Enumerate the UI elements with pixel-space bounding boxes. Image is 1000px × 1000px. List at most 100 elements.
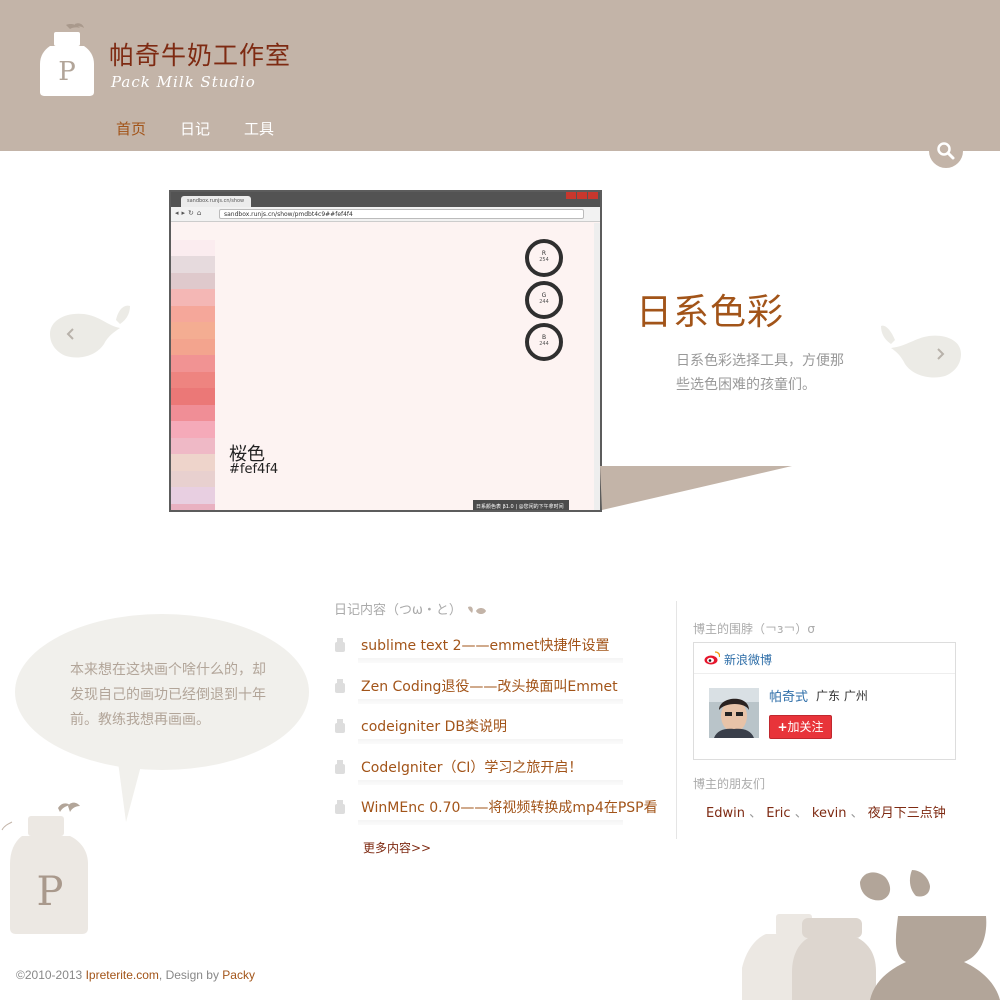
color-swatch[interactable]	[171, 338, 215, 355]
slider-prev-button[interactable]	[46, 302, 132, 360]
browser-titlebar: sandbox.runjs.cn/show	[171, 192, 600, 207]
window-buttons	[566, 192, 598, 199]
weibo-section-title: 博主的围脖（￢з￢）σ	[693, 622, 815, 636]
color-swatch[interactable]	[171, 404, 215, 421]
friends-list: Edwin 、 Eric 、 kevin 、 夜月下三点钟	[706, 802, 946, 821]
color-swatch[interactable]	[171, 371, 215, 388]
ring-g: G 244	[525, 281, 563, 319]
milk-bottle-logo-icon[interactable]: P	[36, 22, 96, 98]
color-swatch[interactable]	[171, 239, 215, 256]
color-swatch[interactable]	[171, 470, 215, 487]
slide-title[interactable]: 日系色彩	[636, 283, 784, 335]
copyright-text: ©2010-2013	[16, 968, 86, 982]
diary-link[interactable]: sublime text 2——emmet快捷件设置	[361, 635, 610, 655]
diary-title-text: 日记内容（つω・と）	[334, 603, 462, 618]
item-underline	[358, 739, 623, 744]
weibo-label[interactable]: 新浪微博	[724, 651, 772, 668]
weibo-location: 广东 广州	[816, 689, 868, 703]
diary-link[interactable]: codeigniter DB类说明	[361, 716, 507, 736]
diary-section-title: 日记内容（つω・と）	[334, 599, 492, 618]
nav-item-home[interactable]: 首页	[116, 118, 146, 139]
diary-link[interactable]: WinMEnc 0.70——将视频转换成mp4在PSP看	[361, 797, 658, 817]
browser-toolbar: ◂▸↻⌂ sandbox.runjs.cn/show/pmdbt4c9##fef…	[171, 207, 600, 222]
color-swatch[interactable]	[171, 421, 215, 438]
color-swatch[interactable]	[171, 289, 215, 306]
browser-status: 日系颜色表 β1.0 | @您闲的下午拿时间	[473, 500, 569, 510]
slide-shadow	[600, 466, 792, 510]
weibo-header: 新浪微博	[694, 643, 955, 674]
site-title: 帕奇牛奶工作室	[109, 41, 292, 70]
color-hex: #fef4f4	[229, 462, 279, 477]
divider	[676, 601, 677, 839]
site-header: P 帕奇牛奶工作室 Pack Milk Studio 首页 日记 工具	[0, 0, 1000, 151]
logo-letter: P	[58, 57, 76, 87]
author-link[interactable]: Packy	[222, 968, 255, 982]
friend-link[interactable]: Eric	[766, 806, 790, 821]
ring-r: R 254	[525, 239, 563, 277]
bottle-icon	[335, 638, 345, 652]
bottle-icon	[335, 719, 345, 733]
browser-tab: sandbox.runjs.cn/show	[181, 196, 251, 207]
diary-link[interactable]: CodeIgniter（CI）学习之旅开启！	[361, 757, 582, 777]
swatch-column	[171, 223, 215, 510]
color-swatch[interactable]	[171, 272, 215, 289]
list-item: Zen Coding退役——改头换面叫Emmet	[334, 674, 664, 715]
friend-link[interactable]: Edwin	[706, 806, 745, 821]
drops-icon	[468, 605, 487, 614]
color-swatch[interactable]	[171, 454, 215, 471]
color-swatch[interactable]	[171, 437, 215, 454]
color-swatch[interactable]	[171, 305, 215, 322]
more-link[interactable]: 更多内容>>	[363, 839, 431, 856]
nav-item-diary[interactable]: 日记	[180, 118, 210, 139]
color-swatch[interactable]	[171, 322, 215, 339]
design-by-text: , Design by	[158, 968, 223, 982]
list-item: sublime text 2——emmet快捷件设置	[334, 633, 664, 674]
item-underline	[358, 779, 623, 785]
list-item: WinMEnc 0.70——将视频转换成mp4在PSP看	[334, 795, 664, 836]
slide-screenshot[interactable]: sandbox.runjs.cn/show ◂▸↻⌂ sandbox.runjs…	[169, 190, 602, 512]
plus-icon: +	[777, 720, 788, 734]
color-swatch[interactable]	[171, 256, 215, 273]
intro-text: 本来想在这块画个啥什么的，却发现自己的画功已经倒退到十年前。教练我想再画画。	[70, 662, 266, 728]
color-swatch[interactable]	[171, 223, 215, 240]
weibo-name[interactable]: 帕奇式	[769, 686, 808, 705]
site-link[interactable]: Ipreterite.com	[86, 968, 159, 982]
slide-description: 日系色彩选择工具，方便那些选色困难的孩童们。	[676, 353, 844, 393]
ring-b: B 244	[525, 323, 563, 361]
browser-url-bar: sandbox.runjs.cn/show/pmdbt4c9##fef4f4	[219, 209, 584, 219]
separator: 、	[850, 806, 864, 821]
slider-next-button[interactable]	[879, 320, 965, 380]
diary-link[interactable]: Zen Coding退役——改头换面叫Emmet	[361, 676, 618, 696]
bottle-icon	[335, 759, 345, 774]
friend-link[interactable]: kevin	[812, 806, 847, 821]
weibo-icon	[704, 651, 720, 665]
item-underline	[358, 658, 623, 663]
color-swatch[interactable]	[171, 487, 215, 504]
follow-label: 加关注	[787, 720, 824, 734]
main-nav: 首页 日记 工具	[116, 118, 274, 139]
friends-section-title: 博主的朋友们	[693, 777, 766, 791]
bottle-icon	[335, 800, 345, 814]
diary-list: sublime text 2——emmet快捷件设置 Zen Coding退役—…	[334, 633, 664, 836]
color-swatch[interactable]	[171, 503, 215, 510]
separator: 、	[794, 806, 808, 821]
search-button[interactable]	[929, 134, 963, 168]
weibo-widget: 新浪微博 帕奇式 广东 广州 +加关注	[693, 642, 956, 760]
color-swatch[interactable]	[171, 355, 215, 372]
site-subtitle: Pack Milk Studio	[111, 73, 256, 91]
search-icon	[937, 142, 955, 160]
list-item: CodeIgniter（CI）学习之旅开启！	[334, 755, 664, 796]
bottle-icon	[335, 678, 345, 693]
follow-button[interactable]: +加关注	[769, 715, 832, 739]
separator: 、	[749, 806, 763, 821]
bottles-decor-icon	[742, 870, 1000, 1000]
friend-link[interactable]: 夜月下三点钟	[868, 806, 946, 821]
footer: ©2010-2013 Ipreterite.com, Design by Pac…	[16, 968, 255, 982]
nav-item-tools[interactable]: 工具	[244, 118, 274, 139]
item-underline	[358, 820, 623, 825]
avatar[interactable]	[709, 688, 759, 738]
color-swatch[interactable]	[171, 388, 215, 405]
logo-letter-decor: P	[37, 869, 64, 915]
list-item: codeigniter DB类说明	[334, 714, 664, 755]
milk-bottle-decor-icon: P	[1, 802, 88, 934]
